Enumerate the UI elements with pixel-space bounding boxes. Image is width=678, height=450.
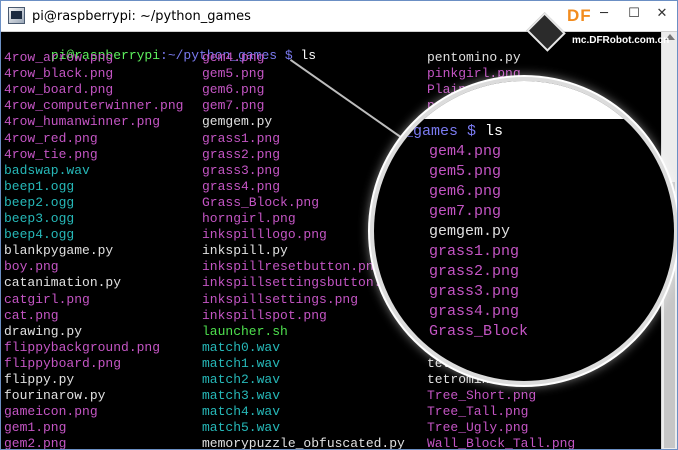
file-entry: Tree_Ugly.png xyxy=(427,420,529,436)
file-entry: beep1.ogg xyxy=(4,178,75,194)
magnified-file-entry: grass3.png xyxy=(429,283,520,300)
prompt-command: ls xyxy=(292,48,317,63)
file-entry: Tree_Short.png xyxy=(427,388,537,404)
magnified-file-entry: gem4.png xyxy=(429,143,502,160)
watermark-site-text: mc.DFRobot.com.cn xyxy=(572,35,670,46)
file-entry: inkspilllogo.png xyxy=(202,227,327,243)
file-entry: fourinarow.py xyxy=(4,388,106,404)
file-entry: 4row_computerwinner.png xyxy=(4,98,184,114)
magnified-file-entry: grass1.png xyxy=(429,243,520,260)
file-entry: 4row_board.png xyxy=(4,82,114,98)
dfrobot-logo: DF xyxy=(567,6,592,25)
file-entry: Grass_Block.png xyxy=(202,194,320,210)
file-entry: gem1.png xyxy=(4,420,67,436)
file-entry: grass1.png xyxy=(202,130,281,146)
window-title: pi@raspberrypi: ~/python_games xyxy=(32,9,251,24)
file-entry: cat.png xyxy=(4,307,59,323)
file-entry: match4.wav xyxy=(202,404,281,420)
file-entry: flippyboard.png xyxy=(4,355,122,371)
file-entry: horngirl.png xyxy=(202,211,296,226)
magnified-file-entry: gem7.png xyxy=(429,203,502,220)
magnified-file-entry: Grass_Block xyxy=(429,323,529,340)
file-entry: beep4.ogg xyxy=(4,227,75,243)
terminal-window: pi@raspberrypi: ~/python_games DF ─ ☐ ✕ … xyxy=(0,0,678,450)
file-entry: gemgem.py xyxy=(202,114,273,130)
file-entry: inkspillresetbutton.png xyxy=(202,259,382,275)
magnified-file-entry: gemgem.py xyxy=(429,223,511,240)
file-entry: grass3.png xyxy=(202,162,281,178)
file-entry: gem7.png xyxy=(202,98,265,114)
title-bar[interactable]: pi@raspberrypi: ~/python_games DF ─ ☐ ✕ xyxy=(1,1,677,52)
file-entry: match1.wav xyxy=(202,355,281,371)
file-entry: beep3.ogg xyxy=(4,211,75,226)
file-entry: match3.wav xyxy=(202,388,281,404)
terminal-app-icon xyxy=(8,7,25,24)
file-entry: gem5.png xyxy=(202,66,265,82)
file-entry: boy.png xyxy=(4,259,59,275)
file-entry: inkspillsettingsbutton.p xyxy=(202,275,390,291)
file-entry: catanimation.py xyxy=(4,275,122,291)
file-entry: grass2.png xyxy=(202,146,281,162)
magnified-file-entry: gem5.png xyxy=(429,163,502,180)
file-entry: match5.wav xyxy=(202,420,281,436)
file-entry: 4row_red.png xyxy=(4,130,98,146)
file-entry: pinkgirl.png xyxy=(427,66,521,82)
magnifier-header-path: _games $ xyxy=(404,123,477,140)
file-entry: 4row_humanwinner.png xyxy=(4,114,161,130)
file-entry: blankpygame.py xyxy=(4,243,114,259)
file-entry: 4row_black.png xyxy=(4,66,114,82)
close-button[interactable]: ✕ xyxy=(647,1,677,27)
file-entry: Tree_Tall.png xyxy=(427,404,529,420)
file-entry: gem2.png xyxy=(4,436,67,450)
file-entry: gem6.png xyxy=(202,82,265,98)
magnifier-lens: _games $ ls gem4.png gem5.png gem6.png gem7… xyxy=(374,81,674,381)
magnified-file-entry: grass4.png xyxy=(429,303,520,320)
file-entry: beep2.ogg xyxy=(4,194,75,210)
file-entry: inkspill.py xyxy=(202,243,288,259)
file-entry: catgirl.png xyxy=(4,291,90,307)
magnifier-titlebar-area xyxy=(374,81,674,119)
file-entry: inkspillsettings.png xyxy=(202,291,359,307)
file-entry: 4row_arrow.png xyxy=(4,50,114,65)
magnifier-header-command: ls xyxy=(476,123,504,140)
file-entry: match2.wav xyxy=(202,372,281,387)
file-entry: pentomino.py xyxy=(427,50,521,65)
file-entry: launcher.sh xyxy=(202,323,288,339)
file-entry: gameicon.png xyxy=(4,404,98,420)
file-entry: memorypuzzle_obfuscated.py xyxy=(202,436,405,450)
magnified-file-entry: grass2.png xyxy=(429,263,520,280)
file-entry: badswap.wav xyxy=(4,162,90,178)
file-entry: flippybackground.png xyxy=(4,339,161,355)
magnifier-header: _games $ ls xyxy=(404,123,503,140)
minimize-button[interactable]: ─ xyxy=(589,1,619,27)
file-entry: inkspillspot.png xyxy=(202,307,327,323)
file-entry: grass4.png xyxy=(202,178,281,194)
file-entry: Wall_Block_Tall.png xyxy=(427,436,576,450)
file-entry: gem4.png xyxy=(202,50,265,65)
file-entry: 4row_tie.png xyxy=(4,146,98,162)
file-entry: drawing.py xyxy=(4,323,83,339)
file-entry: flippy.py xyxy=(4,372,75,387)
file-entry: match0.wav xyxy=(202,339,281,355)
magnified-file-entry: gem6.png xyxy=(429,183,502,200)
maximize-button[interactable]: ☐ xyxy=(619,1,649,27)
